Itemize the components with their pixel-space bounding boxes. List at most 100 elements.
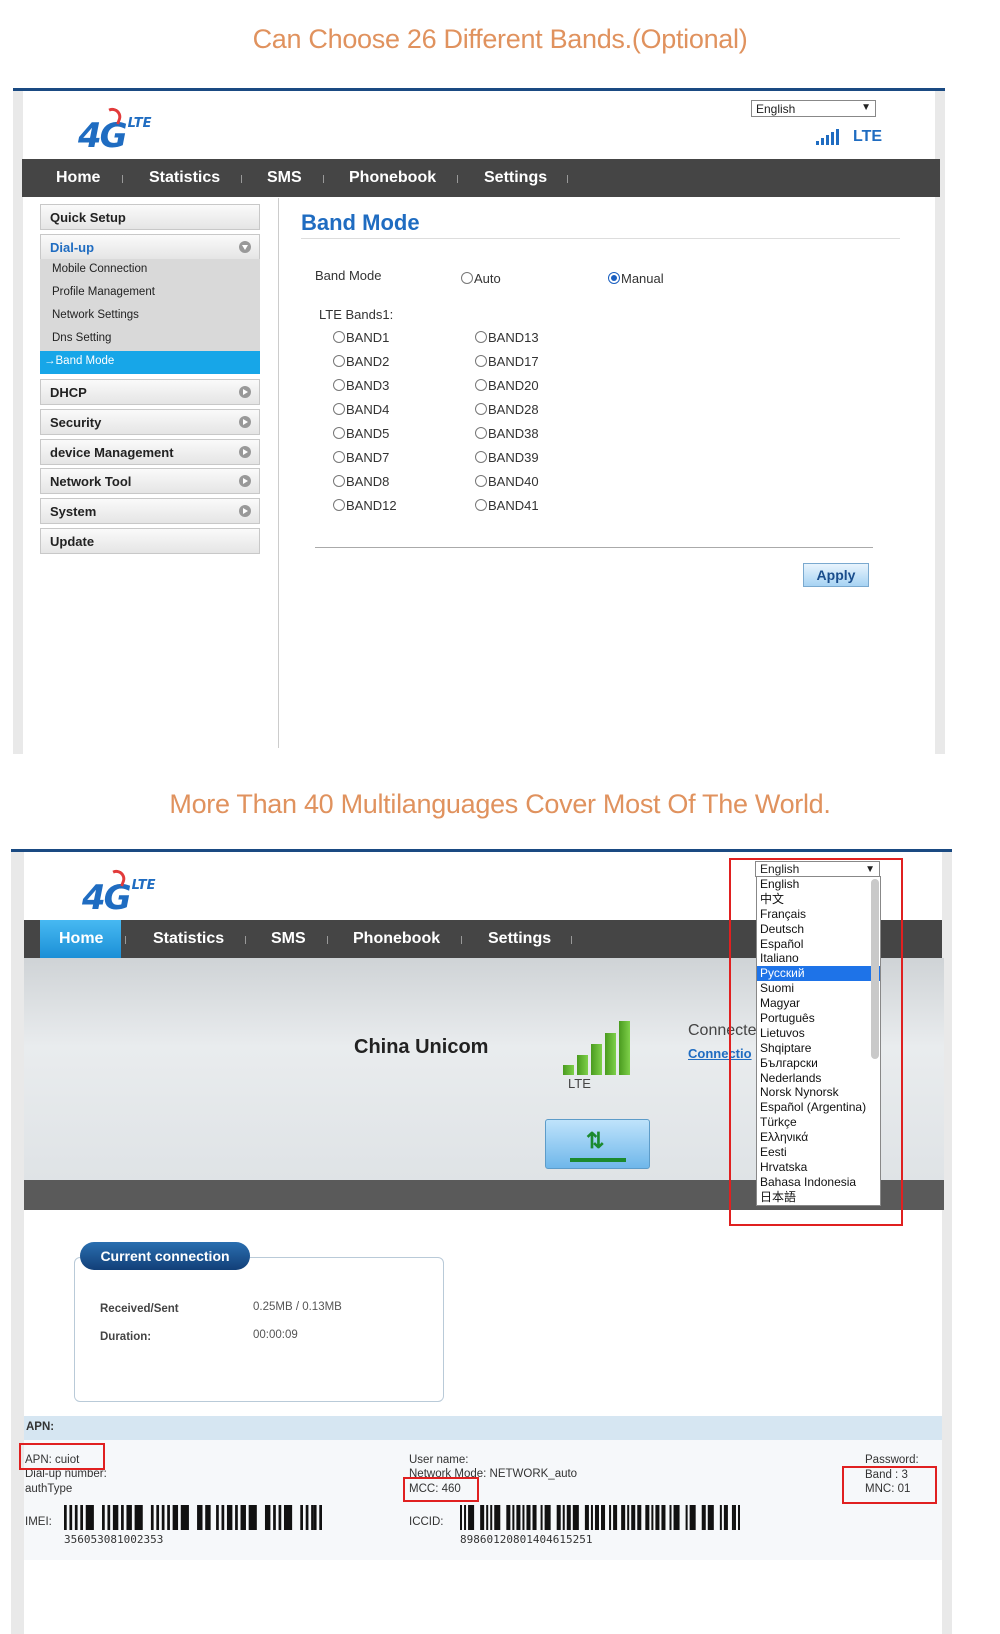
nav-phonebook[interactable]: Phonebook	[353, 930, 440, 948]
radio-icon	[333, 499, 345, 511]
barcode-bar	[661, 1505, 666, 1530]
barcode-bar	[613, 1505, 618, 1530]
password-label: Password:	[865, 1454, 919, 1466]
barcode-bar	[283, 1505, 293, 1530]
sidebar-security[interactable]: Security	[40, 409, 260, 435]
barcode-bar	[134, 1505, 143, 1530]
band-option-band8[interactable]: BAND8	[333, 474, 389, 489]
radio-icon	[475, 499, 487, 511]
barcode-bar	[637, 1505, 642, 1530]
band-option-label: BAND28	[488, 402, 539, 417]
band-option-band17[interactable]: BAND17	[475, 354, 539, 369]
barcode-bar	[216, 1505, 219, 1530]
barcode-bar	[522, 1505, 525, 1530]
band-option-band28[interactable]: BAND28	[475, 402, 539, 417]
nav-home[interactable]: Home	[56, 169, 100, 187]
band-option-band20[interactable]: BAND20	[475, 378, 539, 393]
barcode-bar	[731, 1505, 734, 1530]
apply-button[interactable]: Apply	[803, 563, 869, 587]
band-option-label: BAND13	[488, 330, 539, 345]
sidebar-item-profile-management[interactable]: Profile Management	[40, 282, 260, 305]
band-option-band12[interactable]: BAND12	[333, 498, 397, 513]
signal-type-label: LTE	[568, 1076, 591, 1091]
band-option-band13[interactable]: BAND13	[475, 330, 539, 345]
sidebar-dhcp[interactable]: DHCP	[40, 379, 260, 405]
sidebar-item-mobile-connection[interactable]: Mobile Connection	[40, 259, 260, 282]
duration-value: 00:00:09	[253, 1329, 298, 1341]
highlight-mcc-box	[403, 1477, 479, 1502]
radio-icon	[475, 379, 487, 391]
band-option-band3[interactable]: BAND3	[333, 378, 389, 393]
band-option-band38[interactable]: BAND38	[475, 426, 539, 441]
radio-icon	[475, 427, 487, 439]
nav-home[interactable]: Home	[59, 930, 103, 948]
sidebar-network-tool[interactable]: Network Tool	[40, 468, 260, 494]
nav-sms[interactable]: SMS	[271, 930, 306, 948]
nav-phonebook[interactable]: Phonebook	[349, 169, 436, 187]
imei-label: IMEI:	[25, 1516, 52, 1528]
radio-icon	[475, 403, 487, 415]
band-option-label: BAND2	[346, 354, 390, 369]
barcode-bar	[689, 1505, 696, 1530]
band-option-band39[interactable]: BAND39	[475, 450, 539, 465]
band-option-label: BAND39	[488, 450, 539, 465]
connect-button[interactable]: ⇅	[545, 1119, 650, 1169]
sidebar-item-dns-setting[interactable]: Dns Setting	[40, 328, 260, 351]
signal-bars-icon	[563, 1021, 630, 1075]
barcode-bar	[486, 1505, 489, 1530]
signal-strength-icon	[816, 129, 839, 145]
logo-4g-lte-2: 4G LTE	[82, 867, 155, 918]
radio-icon	[333, 379, 345, 391]
band-option-label: BAND3	[346, 378, 390, 393]
barcode-bar	[590, 1505, 593, 1530]
sidebar-quick-setup[interactable]: Quick Setup	[40, 204, 260, 230]
language-select[interactable]: English ▼	[751, 100, 876, 117]
sidebar-item-network-settings[interactable]: Network Settings	[40, 305, 260, 328]
expand-icon	[239, 386, 251, 398]
radio-icon	[475, 475, 487, 487]
sidebar-dialup[interactable]: Dial-up	[40, 234, 260, 260]
band-option-band40[interactable]: BAND40	[475, 474, 539, 489]
caption-band-mode: Can Choose 26 Different Bands.(Optional)	[252, 24, 748, 54]
band-option-label: BAND41	[488, 498, 539, 513]
band-option-label: BAND7	[346, 450, 390, 465]
nav-statistics[interactable]: Statistics	[149, 169, 220, 187]
barcode-bar	[74, 1505, 78, 1530]
radio-icon	[333, 427, 345, 439]
band-option-label: BAND38	[488, 426, 539, 441]
band-mode-manual-radio[interactable]: Manual	[608, 271, 664, 286]
imei-barcode	[64, 1505, 322, 1530]
barcode-bar	[490, 1505, 493, 1530]
band-option-band2[interactable]: BAND2	[333, 354, 389, 369]
sidebar-item-band-mode[interactable]: →Band Mode	[40, 351, 260, 374]
nav-sms[interactable]: SMS	[267, 169, 302, 187]
lte-bands-label: LTE Bands1:	[319, 307, 394, 322]
band-option-band4[interactable]: BAND4	[333, 402, 389, 417]
band-option-band41[interactable]: BAND41	[475, 498, 539, 513]
band-mode-auto-radio[interactable]: Auto	[461, 271, 501, 286]
barcode-bar	[460, 1505, 463, 1530]
barcode-bar	[506, 1505, 511, 1530]
barcode-bar	[532, 1505, 537, 1530]
band-option-band1[interactable]: BAND1	[333, 330, 389, 345]
barcode-bar	[572, 1505, 579, 1530]
band-option-band7[interactable]: BAND7	[333, 450, 389, 465]
sidebar-system[interactable]: System	[40, 498, 260, 524]
barcode-bar	[121, 1505, 124, 1530]
sidebar-update[interactable]: Update	[40, 528, 260, 554]
sidebar-divider	[278, 198, 279, 748]
radio-icon	[475, 331, 487, 343]
band-option-band5[interactable]: BAND5	[333, 426, 389, 441]
main-nav: Home Statistics SMS Phonebook Settings	[22, 159, 940, 197]
barcode-bar	[601, 1505, 606, 1530]
barcode-bar	[512, 1505, 515, 1530]
nav-statistics[interactable]: Statistics	[153, 930, 224, 948]
sidebar-device-management[interactable]: device Management	[40, 439, 260, 465]
connect-underline	[570, 1158, 626, 1162]
nav-settings[interactable]: Settings	[488, 930, 551, 948]
barcode-bar	[150, 1505, 154, 1530]
band-option-label: BAND4	[346, 402, 390, 417]
nav-settings[interactable]: Settings	[484, 169, 547, 187]
barcode-bar	[723, 1505, 728, 1530]
user-name-label: User name:	[409, 1454, 469, 1466]
